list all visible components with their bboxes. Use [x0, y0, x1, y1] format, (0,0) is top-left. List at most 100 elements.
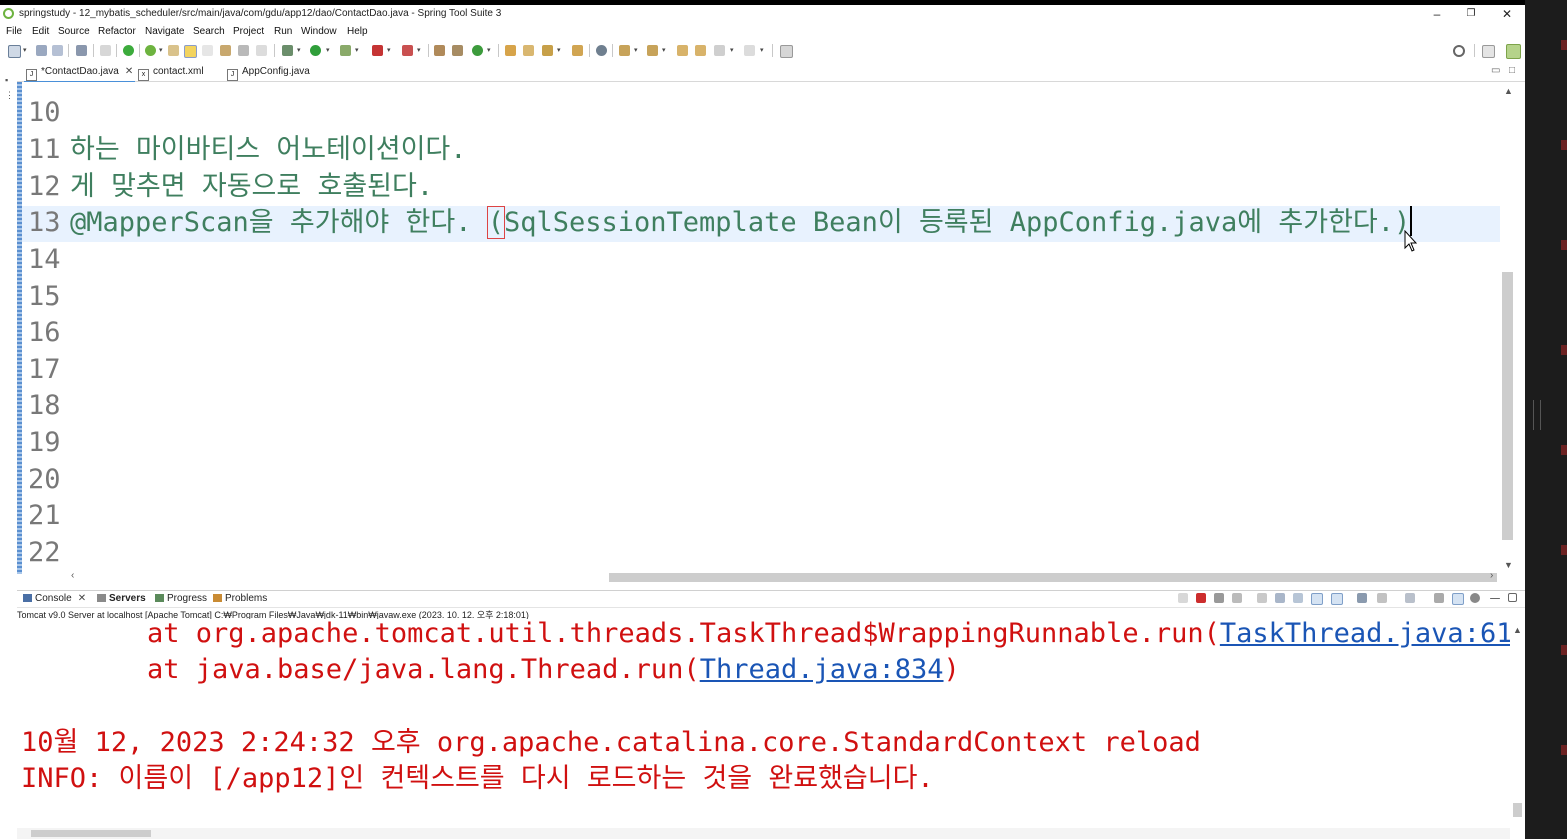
menu-search[interactable]: Search — [193, 26, 225, 37]
tab-contact-xml[interactable]: x contact.xml — [138, 63, 204, 81]
word-wrap-icon[interactable] — [1293, 593, 1303, 603]
pin-console-icon[interactable] — [1357, 593, 1367, 603]
debug-icon[interactable] — [282, 45, 293, 56]
save-icon[interactable] — [36, 45, 47, 56]
tab-progress[interactable]: Progress — [155, 592, 207, 606]
skip-breakpoints-icon[interactable] — [100, 45, 111, 56]
scroll-left-icon[interactable]: ‹ — [71, 570, 74, 581]
open-resource-icon[interactable] — [572, 45, 583, 56]
stack-link[interactable]: Thread.java:834 — [700, 654, 944, 685]
close-button[interactable]: ✕ — [1490, 6, 1524, 22]
tab-contactdao-java[interactable]: J *ContactDao.java ✕ — [24, 63, 136, 83]
gear-icon[interactable] — [1470, 593, 1480, 603]
terminal-icon[interactable] — [76, 45, 87, 56]
minimize-editor-icon[interactable]: ▭ — [1491, 65, 1500, 76]
spring-icon[interactable] — [145, 45, 156, 56]
editor-vertical-scrollbar[interactable]: ▲ ▼ — [1500, 82, 1517, 574]
open-console-icon[interactable] — [1405, 593, 1415, 603]
open-task-icon[interactable] — [542, 45, 553, 56]
scroll-lock-icon[interactable] — [1275, 593, 1285, 603]
minimize-button[interactable]: – — [1420, 6, 1454, 22]
stack-link[interactable]: TaskThread.java:61 — [1220, 619, 1510, 649]
clear-console-icon[interactable] — [1257, 593, 1267, 603]
scroll-thumb[interactable] — [1513, 803, 1522, 817]
scroll-up-icon[interactable]: ▲ — [1504, 86, 1513, 96]
scroll-up-icon[interactable]: ▲ — [1513, 625, 1522, 635]
close-tab-icon[interactable]: ✕ — [78, 593, 86, 604]
menu-navigate[interactable]: Navigate — [145, 26, 184, 37]
toggle-icon[interactable] — [202, 45, 213, 56]
tab-console[interactable]: Console ✕ — [23, 592, 86, 606]
new-dropdown-icon[interactable]: ▾ — [23, 46, 27, 54]
menu-project[interactable]: Project — [233, 26, 264, 37]
java-perspective-icon[interactable] — [1506, 44, 1521, 59]
back-icon[interactable] — [695, 45, 706, 56]
last-edit-icon[interactable] — [677, 45, 688, 56]
ide-window: springstudy - 12_mybatis_scheduler/src/m… — [0, 5, 1525, 839]
open-type-icon[interactable] — [168, 45, 179, 56]
minimize-view-icon[interactable] — [1490, 598, 1500, 599]
remove-all-icon[interactable] — [1232, 593, 1242, 603]
new-icon[interactable] — [8, 45, 21, 58]
link-icon[interactable] — [1452, 593, 1464, 605]
console-view-icon[interactable] — [1434, 593, 1444, 603]
open-type-hierarchy-icon[interactable] — [523, 45, 534, 56]
menu-run[interactable]: Run — [274, 26, 292, 37]
run-icon[interactable] — [310, 45, 321, 56]
show-stdout-icon[interactable] — [1311, 593, 1323, 605]
resize-grip-icon[interactable] — [1533, 400, 1541, 430]
console-vertical-scrollbar[interactable]: ▲ — [1510, 619, 1525, 829]
main-toolbar: ▾ ▾ ▾ ▾ ▾ ▾ ▾ ▾ ▾ ▾ ▾ ▾ ▾ — [0, 40, 1525, 62]
scroll-thumb[interactable] — [609, 573, 1497, 582]
scroll-right-icon[interactable]: › — [1490, 570, 1493, 581]
tab-appconfig-java[interactable]: J AppConfig.java — [227, 63, 310, 81]
scroll-thumb[interactable] — [1502, 272, 1513, 540]
maximize-view-icon[interactable] — [1508, 593, 1517, 602]
stop-icon[interactable] — [372, 45, 383, 56]
pin-editor-icon[interactable] — [780, 45, 793, 58]
forward-nav-icon[interactable] — [744, 45, 755, 56]
block-select-icon[interactable] — [220, 45, 231, 56]
open-perspective-icon[interactable] — [1482, 45, 1495, 58]
menu-help[interactable]: Help — [347, 26, 368, 37]
open-folder-icon[interactable] — [505, 45, 516, 56]
minimized-view-icon[interactable]: ▪ — [5, 75, 8, 85]
tab-problems[interactable]: Problems — [213, 592, 267, 606]
pilcrow-icon[interactable] — [256, 45, 267, 56]
console-output[interactable]: at org.apache.tomcat.util.threads.TaskTh… — [17, 619, 1510, 829]
menu-window[interactable]: Window — [301, 26, 337, 37]
close-tab-icon[interactable]: ✕ — [125, 66, 133, 77]
previous-annotation-icon[interactable] — [647, 45, 658, 56]
mark-occurrences-icon[interactable] — [184, 45, 197, 58]
code-editor[interactable]: 10 11 12 13 14 15 16 17 18 19 20 21 22 하… — [17, 82, 1500, 574]
console-horizontal-scrollbar[interactable] — [17, 828, 1510, 839]
new-class-icon[interactable] — [472, 45, 483, 56]
menu-refactor[interactable]: Refactor — [98, 26, 136, 37]
save-all-icon[interactable] — [52, 45, 63, 56]
outline-icon[interactable]: ⋮ — [5, 90, 14, 101]
new-java-project-icon[interactable] — [434, 45, 445, 56]
tab-servers[interactable]: Servers — [97, 592, 146, 606]
scroll-thumb[interactable] — [31, 830, 151, 837]
scroll-down-icon[interactable]: ▼ — [1504, 560, 1513, 570]
menu-file[interactable]: File — [6, 26, 22, 37]
restore-button[interactable]: ❐ — [1454, 6, 1488, 22]
next-annotation-icon[interactable] — [619, 45, 630, 56]
display-console-icon[interactable] — [1377, 593, 1387, 603]
terminate-disabled-icon[interactable] — [1178, 593, 1188, 603]
menu-source[interactable]: Source — [58, 26, 90, 37]
back-nav-icon[interactable] — [714, 45, 725, 56]
show-whitespace-icon[interactable] — [238, 45, 249, 56]
terminate-icon[interactable] — [1196, 593, 1206, 603]
menu-edit[interactable]: Edit — [32, 26, 49, 37]
show-stderr-icon[interactable] — [1331, 593, 1343, 605]
search-web-icon[interactable] — [596, 45, 607, 56]
new-package-icon[interactable] — [452, 45, 463, 56]
editor-horizontal-scrollbar[interactable]: ‹ › — [66, 570, 1500, 584]
remove-launch-icon[interactable] — [1214, 593, 1224, 603]
external-tools-icon[interactable] — [402, 45, 413, 56]
search-icon[interactable] — [1453, 45, 1465, 57]
maximize-editor-icon[interactable]: □ — [1509, 65, 1515, 76]
start-server-icon[interactable] — [123, 45, 134, 56]
coverage-icon[interactable] — [340, 45, 351, 56]
